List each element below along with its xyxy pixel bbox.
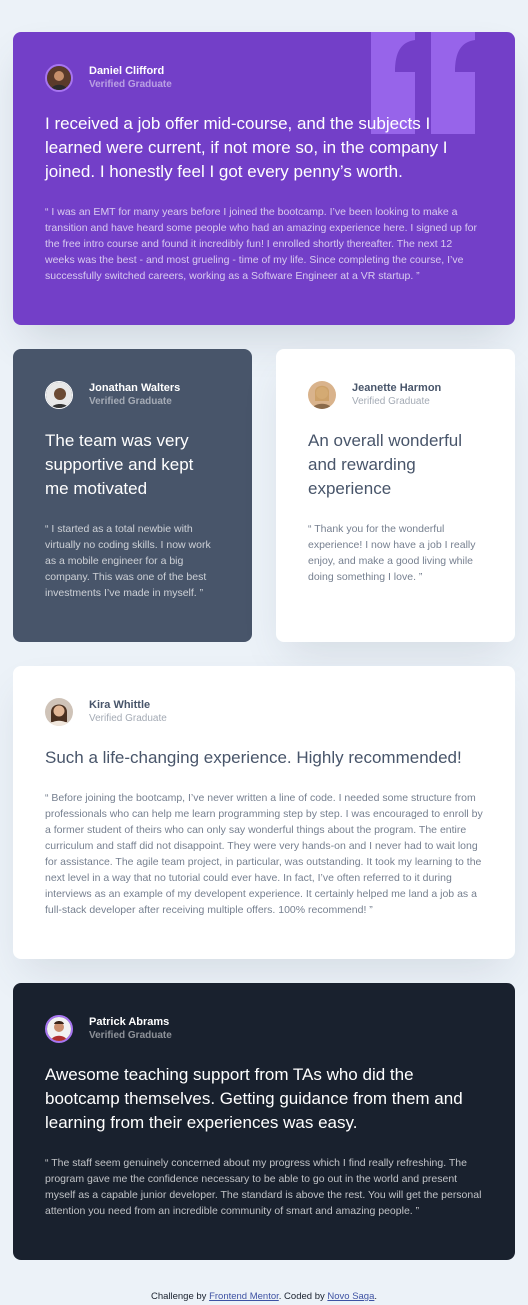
testimonial-text: “ I started as a total newbie with virtu… [45,523,211,599]
author-role: Verified Graduate [352,396,430,407]
author-header: Daniel Clifford Verified Graduate [45,64,483,92]
author-name: Patrick Abrams [89,1016,170,1028]
testimonial-title: An overall wonderful and rewarding exper… [308,431,463,498]
attribution-suffix: . [374,1291,378,1302]
testimonial-card-jonathan: Jonathan Walters Verified Graduate The t… [13,349,252,642]
testimonial-title: Such a life-changing experience. Highly … [45,748,462,767]
author-header: Jonathan Walters Verified Graduate [45,381,220,409]
author-name: Daniel Clifford [89,65,165,77]
testimonial-text: “ The staff seem genuinely concerned abo… [45,1157,482,1217]
testimonial-card-kira: Kira Whittle Verified Graduate Such a li… [13,666,515,959]
author-name: Jeanette Harmon [352,382,442,394]
attribution-prefix: Challenge by [150,1291,210,1302]
author-header: Patrick Abrams Verified Graduate [45,1015,483,1043]
author-header: Jeanette Harmon Verified Graduate [308,381,483,409]
avatar [45,698,73,726]
author-role: Verified Graduate [89,1030,172,1041]
attribution-middle: . Coded by [278,1291,328,1302]
testimonial-title: I received a job offer mid-course, and t… [45,114,448,181]
testimonial-text: “ I was an EMT for many years before I j… [45,206,477,282]
author-name: Jonathan Walters [89,382,181,394]
author-role: Verified Graduate [89,396,172,407]
frontend-mentor-link[interactable]: Frontend Mentor [209,1291,279,1302]
author-header: Kira Whittle Verified Graduate [45,698,483,726]
author-role: Verified Graduate [89,79,172,90]
testimonial-card-jeanette: Jeanette Harmon Verified Graduate An ove… [276,349,515,642]
testimonial-title: The team was very supportive and kept me… [45,431,194,498]
author-role: Verified Graduate [89,713,167,724]
avatar [308,381,336,409]
avatar [45,64,73,92]
testimonial-title: Awesome teaching support from TAs who di… [45,1065,463,1132]
avatar [45,1015,73,1043]
author-name: Kira Whittle [89,699,151,711]
author-link[interactable]: Novo Saga [327,1291,374,1302]
attribution-footer: Challenge by Frontend Mentor. Coded by N… [0,1291,528,1302]
avatar [45,381,73,409]
testimonial-text: “ Thank you for the wonderful experience… [308,523,476,583]
testimonial-card-patrick: Patrick Abrams Verified Graduate Awesome… [13,983,515,1260]
testimonial-card-daniel: Daniel Clifford Verified Graduate I rece… [13,32,515,325]
testimonial-text: “ Before joining the bootcamp, I’ve neve… [45,792,483,916]
